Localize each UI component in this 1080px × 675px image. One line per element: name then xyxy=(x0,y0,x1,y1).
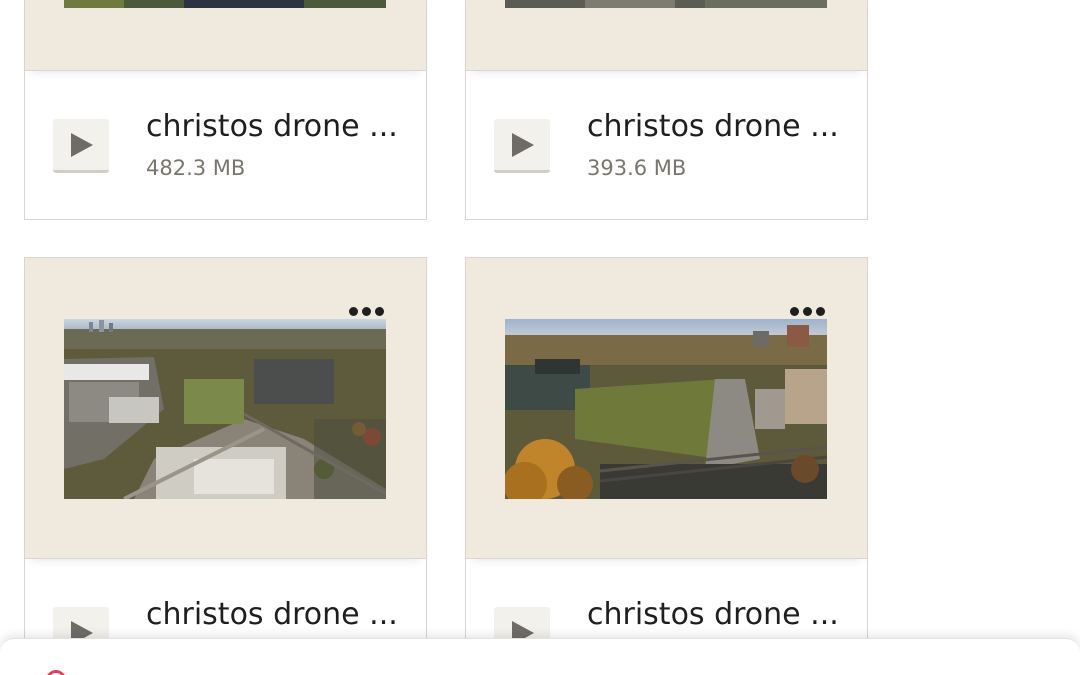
file-name[interactable]: christos drone ... xyxy=(146,597,398,632)
file-size: 482.3 MB xyxy=(146,156,246,180)
file-grid: christos drone ... 482.3 MB christos dro… xyxy=(0,0,1080,675)
play-icon xyxy=(512,133,534,157)
video-thumbnail[interactable] xyxy=(64,0,386,8)
file-name[interactable]: christos drone ... xyxy=(587,597,839,632)
play-icon xyxy=(71,133,93,157)
bottom-sheet[interactable] xyxy=(0,638,1080,675)
file-size: 393.6 MB xyxy=(587,156,687,180)
file-card[interactable]: christos drone ... xyxy=(24,257,427,675)
status-indicator-icon xyxy=(46,670,66,675)
file-info: christos drone ... 482.3 MB xyxy=(25,71,426,219)
more-options-icon[interactable] xyxy=(790,307,825,316)
file-thumbnail-area[interactable] xyxy=(466,0,867,71)
file-thumbnail-area[interactable] xyxy=(25,258,426,559)
file-thumbnail-area[interactable] xyxy=(25,0,426,71)
file-name[interactable]: christos drone ... xyxy=(587,109,839,144)
video-thumbnail[interactable] xyxy=(64,319,386,499)
play-button[interactable] xyxy=(53,119,109,173)
file-card[interactable]: christos drone ... 393.6 MB xyxy=(465,0,868,220)
file-name[interactable]: christos drone ... xyxy=(146,109,398,144)
video-thumbnail[interactable] xyxy=(505,319,827,499)
file-card[interactable]: christos drone ... 482.3 MB xyxy=(24,0,427,220)
more-options-icon[interactable] xyxy=(349,307,384,316)
play-button[interactable] xyxy=(494,119,550,173)
video-thumbnail[interactable] xyxy=(505,0,827,8)
file-thumbnail-area[interactable] xyxy=(466,258,867,559)
file-info: christos drone ... 393.6 MB xyxy=(466,71,867,219)
file-card[interactable]: christos drone ... xyxy=(465,257,868,675)
